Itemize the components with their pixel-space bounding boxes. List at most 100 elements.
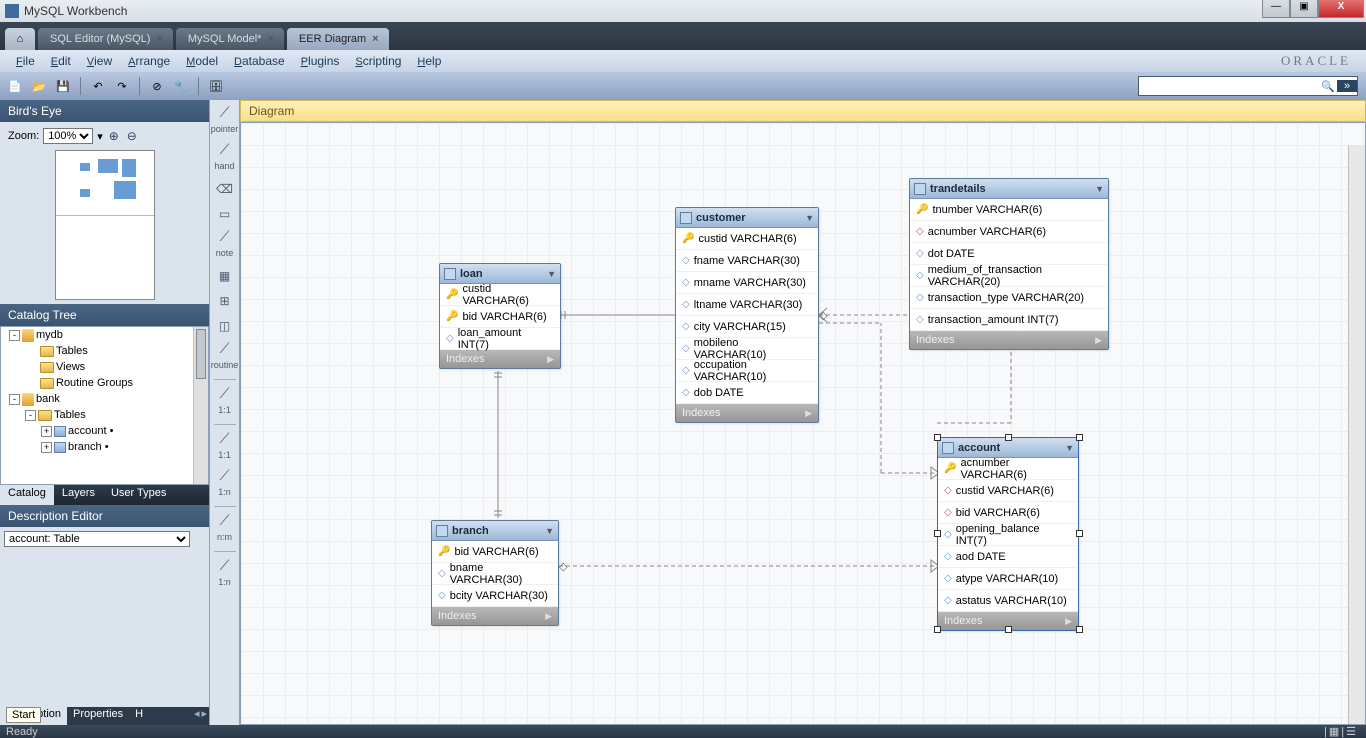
relation-tool[interactable]: 1:n bbox=[218, 577, 231, 591]
entity-header[interactable]: customer▼ bbox=[676, 208, 818, 228]
entity-customer[interactable]: customer▼🔑custid VARCHAR(6)◇fname VARCHA… bbox=[675, 207, 819, 423]
menu-scripting[interactable]: Scripting bbox=[347, 51, 409, 71]
entity-account[interactable]: account▼🔑acnumber VARCHAR(6)◇custid VARC… bbox=[937, 437, 1079, 631]
resize-handle[interactable] bbox=[934, 626, 941, 633]
maximize-button[interactable]: ▣ bbox=[1290, 0, 1318, 18]
relation-tool[interactable]: pointer bbox=[211, 124, 239, 138]
tree-item[interactable]: Views bbox=[1, 359, 208, 375]
search-box[interactable]: 🔍 » bbox=[1138, 76, 1358, 96]
desc-tab[interactable]: Properties bbox=[67, 707, 129, 725]
indexes-row[interactable]: Indexes▶ bbox=[676, 404, 818, 422]
tree-item[interactable]: -mydb bbox=[1, 327, 208, 343]
search-next-icon[interactable]: » bbox=[1337, 80, 1357, 92]
view-tool[interactable]: ◫ bbox=[214, 315, 236, 337]
resize-handle[interactable] bbox=[1005, 434, 1012, 441]
entity-trandetails[interactable]: trandetails▼🔑tnumber VARCHAR(6)◇acnumber… bbox=[909, 178, 1109, 350]
expand-icon[interactable]: ▶ bbox=[547, 354, 554, 365]
column-row[interactable]: ◇mname VARCHAR(30) bbox=[676, 272, 818, 294]
tree-item[interactable]: Tables bbox=[1, 343, 208, 359]
diagram-canvas[interactable]: ◇ ◇ loan▼🔑custid VARCHAR(6)🔑bid VARCHAR(… bbox=[240, 122, 1366, 725]
collapse-icon[interactable]: ▼ bbox=[805, 213, 814, 223]
zoom-select[interactable]: 100% bbox=[43, 128, 93, 144]
expand-icon[interactable]: ▶ bbox=[545, 611, 552, 622]
tree-item[interactable]: Routine Groups bbox=[1, 375, 208, 391]
image-tool[interactable]: ▦ bbox=[214, 265, 236, 287]
zoom-out-icon[interactable]: ⊖ bbox=[125, 129, 139, 143]
resize-handle[interactable] bbox=[934, 434, 941, 441]
column-row[interactable]: ◇acnumber VARCHAR(6) bbox=[910, 221, 1108, 243]
catalog-tree[interactable]: -mydbTablesViewsRoutine Groups-bank-Tabl… bbox=[0, 326, 209, 485]
column-row[interactable]: 🔑acnumber VARCHAR(6) bbox=[938, 458, 1078, 480]
indexes-row[interactable]: Indexes▶ bbox=[432, 607, 558, 625]
column-row[interactable]: ◇custid VARCHAR(6) bbox=[938, 480, 1078, 502]
minimap[interactable] bbox=[55, 150, 155, 300]
search-input[interactable] bbox=[1139, 80, 1319, 92]
entity-header[interactable]: loan▼ bbox=[440, 264, 560, 284]
column-row[interactable]: ◇atype VARCHAR(10) bbox=[938, 568, 1078, 590]
menu-model[interactable]: Model bbox=[178, 51, 226, 71]
column-row[interactable]: ◇transaction_amount INT(7) bbox=[910, 309, 1108, 331]
expander-icon[interactable]: - bbox=[9, 394, 20, 405]
column-row[interactable]: ◇dob DATE bbox=[676, 382, 818, 404]
expander-icon[interactable]: - bbox=[25, 410, 36, 421]
relation-tool[interactable]: 1:1 bbox=[218, 450, 231, 464]
collapse-icon[interactable]: ▼ bbox=[1095, 184, 1104, 194]
close-icon[interactable]: × bbox=[372, 33, 378, 45]
table-tool[interactable]: ⊞ bbox=[214, 290, 236, 312]
column-row[interactable]: 🔑custid VARCHAR(6) bbox=[440, 284, 560, 306]
column-row[interactable]: 🔑bid VARCHAR(6) bbox=[440, 306, 560, 328]
entity-header[interactable]: branch▼ bbox=[432, 521, 558, 541]
expander-icon[interactable]: - bbox=[9, 330, 20, 341]
close-icon[interactable]: × bbox=[267, 33, 273, 45]
expander-icon[interactable]: + bbox=[41, 426, 52, 437]
validate-icon[interactable]: ⊘ bbox=[148, 77, 166, 95]
column-row[interactable]: 🔑bid VARCHAR(6) bbox=[432, 541, 558, 563]
column-row[interactable]: ◇transaction_type VARCHAR(20) bbox=[910, 287, 1108, 309]
expander-icon[interactable]: + bbox=[41, 442, 52, 453]
column-row[interactable]: ◇dot DATE bbox=[910, 243, 1108, 265]
canvas-scrollbar[interactable] bbox=[1348, 145, 1365, 724]
new-file-icon[interactable]: 📄 bbox=[6, 77, 24, 95]
catalog-tab[interactable]: Layers bbox=[54, 485, 103, 505]
column-row[interactable]: ◇aod DATE bbox=[938, 546, 1078, 568]
open-folder-icon[interactable]: 📂 bbox=[30, 77, 48, 95]
document-tab[interactable]: MySQL Model*× bbox=[176, 28, 284, 50]
next-icon[interactable]: ▸ bbox=[201, 707, 207, 725]
indexes-row[interactable]: Indexes▶ bbox=[440, 350, 560, 368]
column-row[interactable]: ◇medium_of_transaction VARCHAR(20) bbox=[910, 265, 1108, 287]
tree-item[interactable]: +branch • bbox=[1, 439, 208, 455]
prev-icon[interactable]: ◂ bbox=[194, 707, 200, 725]
menu-file[interactable]: File bbox=[8, 51, 43, 71]
expand-icon[interactable]: ▶ bbox=[805, 408, 812, 419]
save-icon[interactable]: 💾 bbox=[54, 77, 72, 95]
redo-icon[interactable]: ↷ bbox=[113, 77, 131, 95]
minimize-button[interactable]: — bbox=[1262, 0, 1290, 18]
zoom-in-icon[interactable]: ⊕ bbox=[107, 129, 121, 143]
tree-item[interactable]: +account • bbox=[1, 423, 208, 439]
column-row[interactable]: 🔑tnumber VARCHAR(6) bbox=[910, 199, 1108, 221]
menu-plugins[interactable]: Plugins bbox=[293, 51, 348, 71]
column-row[interactable]: ◇bid VARCHAR(6) bbox=[938, 502, 1078, 524]
entity-loan[interactable]: loan▼🔑custid VARCHAR(6)🔑bid VARCHAR(6)◇l… bbox=[439, 263, 561, 369]
menu-view[interactable]: View bbox=[79, 51, 120, 71]
zoom-dropdown-icon[interactable]: ▾ bbox=[97, 130, 103, 143]
entity-branch[interactable]: branch▼🔑bid VARCHAR(6)◇bname VARCHAR(30)… bbox=[431, 520, 559, 626]
document-tab[interactable]: SQL Editor (MySQL)× bbox=[38, 28, 173, 50]
menu-edit[interactable]: Edit bbox=[43, 51, 79, 71]
resize-handle[interactable] bbox=[1076, 626, 1083, 633]
column-row[interactable]: ◇astatus VARCHAR(10) bbox=[938, 590, 1078, 612]
relation-tool[interactable]: 1:1 bbox=[218, 405, 231, 419]
tree-item[interactable]: -Tables bbox=[1, 407, 208, 423]
document-tab[interactable]: EER Diagram× bbox=[287, 28, 389, 50]
collapse-icon[interactable]: ▼ bbox=[1065, 443, 1074, 453]
expand-icon[interactable]: ▶ bbox=[1095, 335, 1102, 346]
menu-help[interactable]: Help bbox=[409, 51, 449, 71]
column-row[interactable]: ◇mobileno VARCHAR(10) bbox=[676, 338, 818, 360]
entity-header[interactable]: trandetails▼ bbox=[910, 179, 1108, 199]
menu-database[interactable]: Database bbox=[226, 51, 293, 71]
column-row[interactable]: 🔑custid VARCHAR(6) bbox=[676, 228, 818, 250]
tree-item[interactable]: -bank bbox=[1, 391, 208, 407]
column-row[interactable]: ◇city VARCHAR(15) bbox=[676, 316, 818, 338]
relation-tool[interactable]: note bbox=[216, 248, 234, 262]
db-icon[interactable]: 🗄 bbox=[207, 77, 225, 95]
